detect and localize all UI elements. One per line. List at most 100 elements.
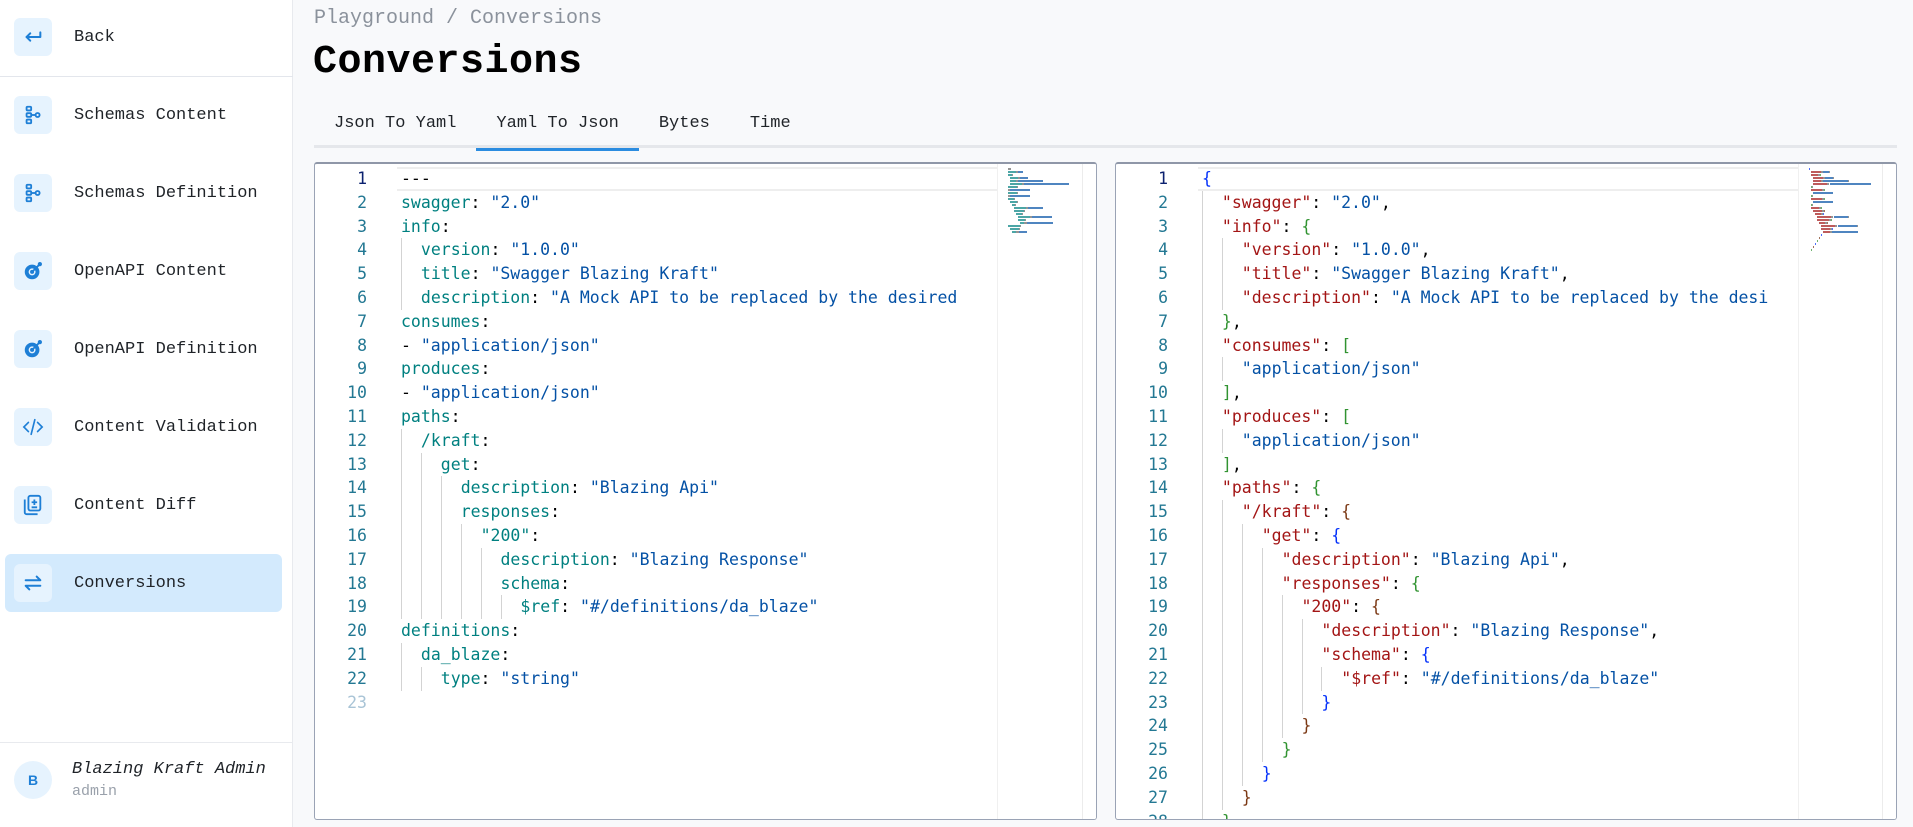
minimap-token — [1010, 195, 1030, 197]
code-text: } — [1222, 810, 1232, 819]
code-token: { — [1410, 573, 1421, 593]
minimap-token — [1817, 240, 1819, 242]
code-text: "200": — [481, 524, 541, 548]
yaml-input-editor[interactable]: 1 --- 2 swagger: "2.0" 3 info: 4 version: "1.0.… — [314, 162, 1097, 820]
code-line: 2 swagger: "2.0" — [315, 191, 1096, 215]
json-output-editor[interactable]: 1{2 "swagger": "2.0", 3 "info": {4 "version"… — [1115, 162, 1897, 820]
minimap-token — [1023, 210, 1025, 212]
minimap-token — [1018, 231, 1028, 233]
code-line: 1 --- — [315, 167, 1096, 191]
indent-guide — [440, 547, 442, 572]
code-token: : — [510, 621, 521, 641]
minimap-token — [1018, 219, 1025, 221]
tab-time[interactable]: Time — [730, 110, 811, 148]
code-text: /kraft: — [421, 429, 491, 453]
minimap-token — [1831, 231, 1859, 233]
sidebar-item-schemas-definition[interactable]: Schemas Definition — [5, 164, 282, 222]
code-token: } — [1281, 740, 1292, 760]
yaml-code-lines[interactable]: 1 --- 2 swagger: "2.0" 3 info: 4 version: "1.0.… — [315, 167, 1096, 714]
indent-guide — [1202, 500, 1203, 524]
code-line: 15 responses: — [315, 500, 1096, 524]
tab-yaml-to-json[interactable]: Yaml To Json — [476, 110, 640, 151]
line-number: 19 — [347, 597, 367, 617]
line-number: 24 — [1148, 716, 1168, 736]
line-number: 18 — [1148, 573, 1168, 593]
code-token: "A Mock API to be replaced by the desire… — [550, 287, 958, 307]
tab-json-to-yaml[interactable]: Json To Yaml — [314, 110, 476, 148]
line-number: 13 — [1148, 454, 1168, 474]
sidebar-item-openapi-definition[interactable]: OpenAPI Definition — [5, 320, 282, 378]
indent-guide — [460, 595, 462, 620]
minimap-token — [1813, 177, 1823, 179]
minimap-token — [1008, 171, 1016, 173]
code-text: "produces": [ — [1222, 405, 1351, 429]
code-line: 4 version: "1.0.0" — [315, 238, 1096, 263]
indent-guide — [1202, 642, 1203, 667]
indent-guide — [1301, 690, 1303, 715]
line-number: 12 — [1148, 430, 1168, 450]
indent-guide — [1221, 619, 1223, 643]
code-token: produces — [401, 359, 481, 379]
sidebar-item-content-diff[interactable]: Content Diff — [5, 476, 282, 534]
code-line: 10], — [1116, 381, 1896, 405]
minimap-token — [1008, 192, 1017, 194]
minimap-token — [1008, 186, 1017, 188]
json-code-lines[interactable]: 1{2 "swagger": "2.0", 3 "info": {4 "version"… — [1116, 167, 1896, 819]
code-token: "/kraft" — [1241, 502, 1322, 522]
openapi-icon — [14, 330, 52, 368]
json-minimap[interactable] — [1798, 164, 1882, 819]
code-text: ], — [1222, 381, 1242, 405]
indent-guide — [1281, 642, 1283, 667]
indent-guide — [401, 666, 402, 691]
code-token: : — [1311, 525, 1332, 545]
code-token: "1.0.0" — [510, 240, 580, 260]
minimap-token — [1811, 198, 1822, 200]
code-text: consumes: — [401, 310, 490, 334]
code-line: 14 description: "Blazing Api" — [315, 476, 1096, 501]
line-number: 27 — [1148, 787, 1168, 807]
indent-guide — [1301, 642, 1303, 667]
minimap-token — [1021, 213, 1023, 215]
minimap-token — [1823, 231, 1830, 233]
back-button[interactable]: Back — [5, 8, 282, 66]
minimap-token — [1813, 246, 1815, 248]
code-token: [ — [1341, 335, 1352, 355]
code-token: , — [1559, 264, 1570, 284]
sidebar-item-label: Schemas Content — [74, 105, 228, 125]
code-line: 14 "paths": { — [1116, 476, 1896, 501]
code-token: , — [1380, 192, 1391, 212]
code-text: "paths": { — [1222, 476, 1321, 500]
minimap-token — [1824, 189, 1826, 191]
code-token: "string" — [500, 668, 580, 688]
json-vertical-scrollbar[interactable] — [1882, 164, 1896, 819]
code-token: "consumes" — [1221, 335, 1322, 355]
yaml-minimap[interactable] — [997, 164, 1081, 819]
line-number: 21 — [347, 644, 367, 664]
code-token: , — [1231, 454, 1242, 474]
minimap-token — [1013, 198, 1015, 200]
indent-guide — [1202, 738, 1203, 762]
code-token: "#/definitions/da_blaze" — [1420, 668, 1660, 688]
line-number: 16 — [1148, 525, 1168, 545]
sidebar-item-openapi-content[interactable]: OpenAPI Content — [5, 242, 282, 300]
line-number: 15 — [347, 502, 367, 522]
tab-bytes[interactable]: Bytes — [639, 110, 730, 148]
indent-guide — [1202, 690, 1203, 715]
sidebar-item-schemas-content[interactable]: Schemas Content — [5, 86, 282, 144]
sidebar-item-conversions[interactable]: Conversions — [5, 554, 282, 612]
indent-guide — [480, 547, 482, 572]
sidebar-item-content-validation[interactable]: Content Validation — [5, 398, 282, 456]
code-token: "Blazing Api" — [1430, 549, 1560, 569]
code-token: get — [440, 454, 471, 474]
code-line: 12 "application/json" — [1116, 428, 1896, 453]
code-token: consumes — [401, 311, 481, 331]
code-text: description: "Blazing Api" — [461, 476, 719, 500]
code-token: definitions — [401, 621, 511, 641]
yaml-vertical-scrollbar[interactable] — [1082, 164, 1096, 819]
user-profile[interactable]: B Blazing Kraft Admin admin — [14, 760, 266, 800]
code-token: "$ref" — [1341, 668, 1401, 688]
indent-guide — [420, 595, 422, 620]
line-number: 19 — [1148, 597, 1168, 617]
conversion-tabs: Json To Yaml Yaml To Json Bytes Time — [314, 110, 1897, 151]
code-token: : — [1321, 406, 1342, 426]
